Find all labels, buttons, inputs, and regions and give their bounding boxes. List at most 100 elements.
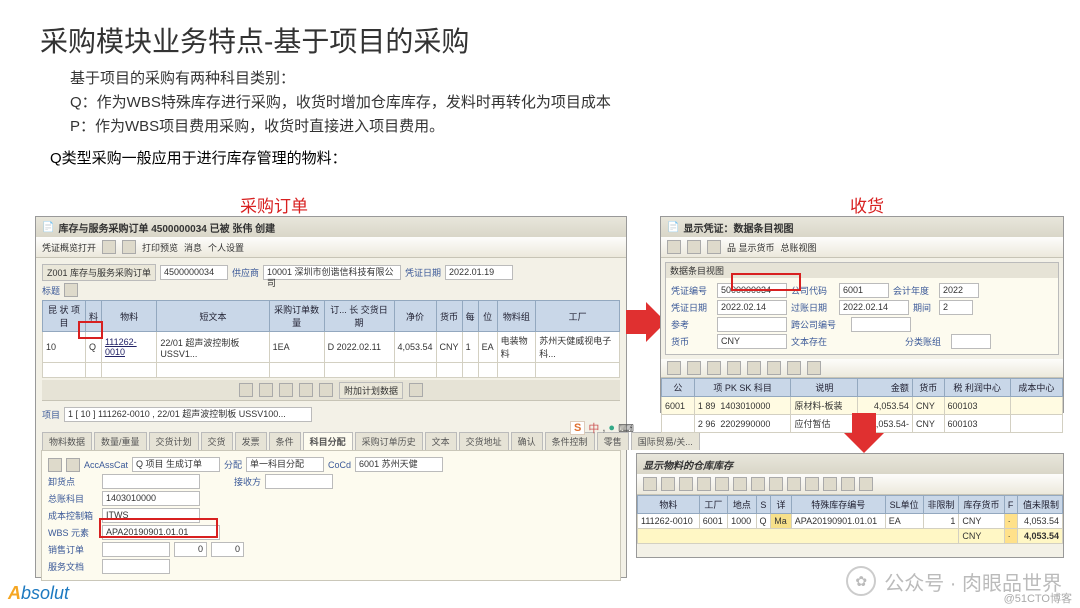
cell[interactable]: 苏州天健威视电子科... <box>536 332 620 363</box>
cell[interactable]: 2 96 <box>698 419 716 429</box>
gtool-icon[interactable] <box>767 361 781 375</box>
cfg-icon[interactable] <box>66 458 80 472</box>
toolbar-personal[interactable]: 个人设置 <box>208 241 244 254</box>
itool-icon[interactable] <box>409 383 423 397</box>
col[interactable]: 短文本 <box>157 301 269 332</box>
tab-material[interactable]: 物料数据 <box>42 432 92 450</box>
cell[interactable]: EA <box>478 332 497 363</box>
stool-icon[interactable] <box>679 477 693 491</box>
cc-val[interactable]: 6001 <box>839 283 889 298</box>
tab-qty[interactable]: 数量/重量 <box>94 432 147 450</box>
cell[interactable]: 6001 <box>662 397 695 415</box>
gtool-icon[interactable] <box>807 361 821 375</box>
svc-val[interactable] <box>102 559 170 574</box>
tab-conf[interactable]: 确认 <box>511 432 543 450</box>
toolbar-print[interactable]: 打印预览 <box>142 241 178 254</box>
gl-val[interactable]: 1403010000 <box>102 491 200 506</box>
cell[interactable]: APA20190901.01.01 <box>791 514 885 529</box>
gtool-icon[interactable] <box>667 361 681 375</box>
itool-icon[interactable] <box>299 383 313 397</box>
col[interactable]: 净价 <box>394 301 436 332</box>
table-row[interactable] <box>43 363 620 378</box>
cell[interactable]: CNY <box>959 529 1004 544</box>
table-row[interactable]: 111262-0010 6001 1000 Q Ma APA20190901.0… <box>638 514 1063 529</box>
sd-sch[interactable]: 0 <box>211 542 244 557</box>
col[interactable]: F <box>1004 496 1017 514</box>
col[interactable]: 项 PK SK 科目 <box>694 379 791 397</box>
col[interactable]: 货币 <box>436 301 462 332</box>
col[interactable]: 工厂 <box>699 496 727 514</box>
unload-val[interactable] <box>102 474 200 489</box>
doc-tool-icon[interactable] <box>667 240 681 254</box>
stool-icon[interactable] <box>805 477 819 491</box>
cell[interactable]: CNY <box>912 397 944 415</box>
stool-icon[interactable] <box>751 477 765 491</box>
stool-icon[interactable] <box>769 477 783 491</box>
cell[interactable] <box>662 415 695 433</box>
table-row-total[interactable]: CNY · 4,053.54 <box>638 529 1063 544</box>
btn-glview[interactable]: 总账视图 <box>781 241 817 254</box>
paste-icon[interactable] <box>48 458 62 472</box>
col[interactable]: 订... 长 交货日期 <box>324 301 394 332</box>
cell[interactable]: 1 89 <box>698 401 716 411</box>
cell[interactable]: 1 <box>923 514 959 529</box>
xcc-val[interactable] <box>851 317 911 332</box>
cell[interactable]: Q <box>756 514 771 529</box>
doc-tool-icon[interactable] <box>687 240 701 254</box>
stool-icon[interactable] <box>715 477 729 491</box>
ime-kb-icon[interactable]: ⌨ <box>618 422 634 435</box>
itool-icon[interactable] <box>319 383 333 397</box>
stool-icon[interactable] <box>733 477 747 491</box>
doc-toolbar[interactable]: 品 显示货币 总账视图 <box>661 237 1063 258</box>
cell[interactable]: 2202990000 <box>720 419 770 429</box>
col[interactable]: SL单位 <box>885 496 923 514</box>
table-row[interactable]: 6001 1 89 1403010000 原材料-板装 4,053.54 CNY… <box>662 397 1063 415</box>
doc-grid-toolbar[interactable] <box>661 359 1063 378</box>
cell[interactable]: 4,053.54 <box>858 397 913 415</box>
gtool-icon[interactable] <box>787 361 801 375</box>
po-type[interactable]: Z001 库存与服务采购订单 <box>42 264 156 281</box>
cell-btn[interactable]: Ma <box>771 514 792 529</box>
tab-hist[interactable]: 采购订单历史 <box>355 432 423 450</box>
table-row[interactable]: 10 Q 111262-0010 22/01 超声波控制板 USSV1... 1… <box>43 332 620 363</box>
col[interactable]: 工厂 <box>536 301 620 332</box>
tab-deliv[interactable]: 交货 <box>201 432 233 450</box>
dist-val[interactable]: 单一科目分配 <box>246 457 324 472</box>
stool-icon[interactable] <box>661 477 675 491</box>
po-number[interactable]: 4500000034 <box>160 265 228 280</box>
cell[interactable]: CNY <box>959 514 1004 529</box>
ime-lang[interactable]: 中 <box>588 420 599 436</box>
col[interactable]: 公 <box>662 379 695 397</box>
recip-val[interactable] <box>265 474 333 489</box>
ref-val[interactable] <box>717 317 787 332</box>
ime-mic-icon[interactable]: ● <box>608 422 615 434</box>
col[interactable]: 物料 <box>638 496 700 514</box>
btn-dispcurr[interactable]: 品 显示货币 <box>727 241 775 254</box>
docdate-val[interactable]: 2022.01.19 <box>445 265 513 280</box>
col[interactable]: S <box>756 496 771 514</box>
stool-icon[interactable] <box>823 477 837 491</box>
itool-icon[interactable] <box>259 383 273 397</box>
cell[interactable]: 600103 <box>944 415 1010 433</box>
sd-pos[interactable]: 0 <box>174 542 207 557</box>
col[interactable]: 非限制 <box>923 496 959 514</box>
fy-val[interactable]: 2022 <box>939 283 979 298</box>
gtool-icon[interactable] <box>707 361 721 375</box>
stock-toolbar[interactable] <box>637 474 1063 495</box>
vendor-val[interactable]: 10001 深圳市创谐信科技有限公司 <box>263 265 401 280</box>
col[interactable]: 物料 <box>101 301 156 332</box>
doc-tool-icon[interactable] <box>707 240 721 254</box>
stool-icon[interactable] <box>859 477 873 491</box>
cell[interactable]: EA <box>885 514 923 529</box>
po-toolbar[interactable]: 凭证概览打开 打印预览 消息 个人设置 <box>36 237 626 258</box>
itool-icon[interactable] <box>279 383 293 397</box>
cell[interactable]: CNY <box>436 332 462 363</box>
gtool-icon[interactable] <box>747 361 761 375</box>
cell[interactable]: D 2022.02.11 <box>324 332 394 363</box>
tab-text[interactable]: 文本 <box>425 432 457 450</box>
col[interactable]: 每 <box>462 301 478 332</box>
item-toolbar[interactable]: 附加计划数据 <box>42 380 620 401</box>
item-detail[interactable]: 1 [ 10 ] 111262-0010 , 22/01 超声波控制板 USSV… <box>64 407 312 422</box>
toolbar-msg[interactable]: 消息 <box>184 241 202 254</box>
cocd-val[interactable]: 6001 苏州天健 <box>355 457 443 472</box>
